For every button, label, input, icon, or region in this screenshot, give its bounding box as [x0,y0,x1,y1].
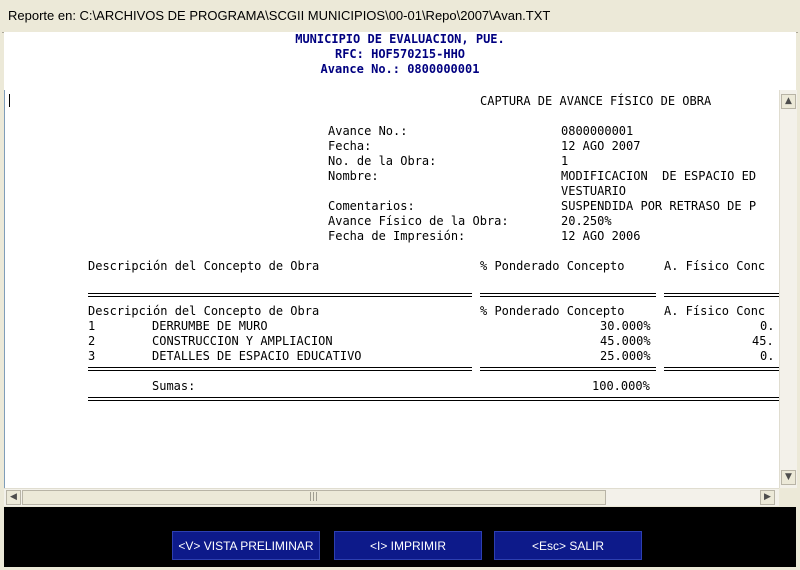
field-value: SUSPENDIDA POR RETRASO DE P [561,199,757,213]
row-fisico: 0. [760,319,775,333]
municipality-name: MUNICIPIO DE EVALUACION, PUE. [295,32,505,46]
scroll-down-icon[interactable]: ▼ [781,470,796,485]
field-value: 0800000001 [561,124,634,138]
field-value: 12 AGO 2006 [561,229,641,243]
row-fisico: 0. [760,349,775,363]
field-value: 1 [561,154,569,168]
row-ponderado: 25.000% [600,349,651,363]
rfc-line: RFC: HOF570215-HHO [334,47,466,61]
row-ponderado: 45.000% [600,334,651,348]
separator-line [88,292,780,298]
report-header: MUNICIPIO DE EVALUACION, PUE. RFC: HOF57… [4,32,796,91]
scroll-left-icon[interactable]: ◀ [6,490,21,505]
report-window: Reporte en: C:\ARCHIVOS DE PROGRAMA\SCGI… [0,0,800,570]
column-header-ponderado: % Ponderado Concepto [480,304,625,318]
field-label: Nombre: [328,169,379,183]
field-label: Avance No.: [328,124,408,138]
row-ponderado: 30.000% [600,319,651,333]
button-bar: <V> VISTA PRELIMINAR <I> IMPRIMIR <Esc> … [4,507,796,567]
column-header-fisico: A. Físico Conc [664,304,766,318]
title-bar: Reporte en: C:\ARCHIVOS DE PROGRAMA\SCGI… [0,0,800,33]
scrollbar-corner [779,488,796,505]
vista-preliminar-button[interactable]: <V> VISTA PRELIMINAR [172,531,320,560]
window-title: Reporte en: C:\ARCHIVOS DE PROGRAMA\SCGI… [8,8,551,23]
imprimir-button[interactable]: <I> IMPRIMIR [334,531,482,560]
text-caret [9,94,10,107]
column-header-descripcion: Descripción del Concepto de Obra [88,304,320,318]
salir-button[interactable]: <Esc> SALIR [494,531,642,560]
report-title: CAPTURA DE AVANCE FÍSICO DE OBRA [480,94,712,108]
separator-line [88,366,780,372]
row-description: DERRUMBE DE MURO [152,319,268,333]
avance-number-line: Avance No.: 0800000001 [320,62,480,76]
scroll-right-icon[interactable]: ▶ [760,490,775,505]
row-number: 2 [88,334,96,348]
row-description: DETALLES DE ESPACIO EDUCATIVO [152,349,362,363]
separator-line [88,396,780,402]
row-fisico: 45. [752,334,774,348]
field-label: Avance Físico de la Obra: [328,214,509,228]
field-label: Comentarios: [328,199,415,213]
horizontal-scroll-thumb[interactable]: ||| [22,490,606,505]
scroll-up-icon[interactable]: ▲ [781,94,796,109]
field-label: Fecha: [328,139,372,153]
field-label: Fecha de Impresión: [328,229,466,243]
column-header-ponderado: % Ponderado Concepto [480,259,625,273]
row-description: CONSTRUCCION Y AMPLIACION [152,334,333,348]
field-value: 12 AGO 2007 [561,139,641,153]
field-value: MODIFICACION DE ESPACIO ED [561,169,757,183]
horizontal-scrollbar[interactable]: ◀ ||| ▶ [4,488,779,506]
scroll-grip-icon: ||| [309,492,319,502]
row-number: 3 [88,349,96,363]
totals-value: 100.000% [592,379,650,393]
vertical-scrollbar[interactable]: ▲ ▼ [779,90,797,488]
field-value: VESTUARIO [561,184,627,198]
field-label: No. de la Obra: [328,154,437,168]
totals-label: Sumas: [152,379,196,393]
row-number: 1 [88,319,96,333]
field-value: 20.250% [561,214,612,228]
column-header-descripcion: Descripción del Concepto de Obra [88,259,320,273]
column-header-fisico: A. Físico Conc [664,259,766,273]
report-text-area[interactable]: CAPTURA DE AVANCE FÍSICO DE OBRA Avance … [4,90,780,488]
